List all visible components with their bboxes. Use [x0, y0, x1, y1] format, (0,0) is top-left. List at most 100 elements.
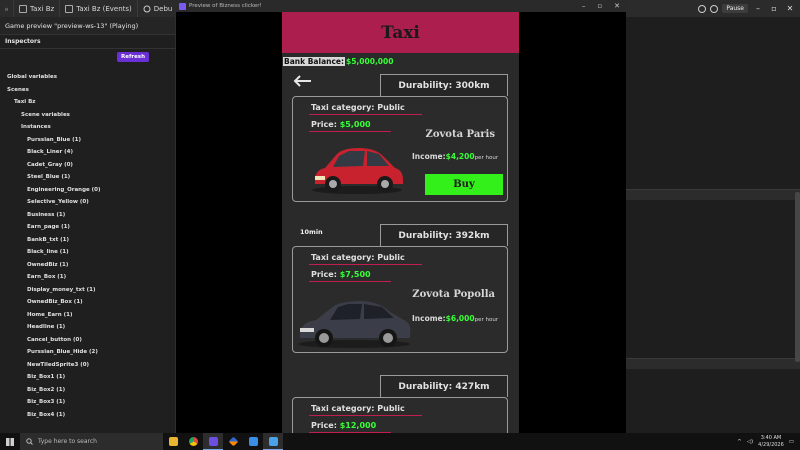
image-app-icon: [248, 437, 258, 446]
taskbar-search[interactable]: Type here to search: [20, 433, 163, 450]
divider: [309, 114, 422, 115]
bank-balance-value: $5,000,000: [346, 56, 394, 66]
editor-right-panel: [626, 17, 800, 433]
taxi-price: Price: $5,000: [311, 120, 371, 129]
divider: [309, 264, 422, 265]
income-label: Income:: [412, 152, 446, 161]
window-controls: – ▫ ✕: [582, 2, 626, 10]
arrow-left-icon[interactable]: [292, 74, 312, 91]
inspector-tree-item[interactable]: Steel_Blue (1): [0, 171, 175, 184]
home-tab[interactable]: [0, 0, 14, 17]
diamond-icon: [228, 436, 238, 447]
inspector-tree-item[interactable]: BankB_txt (1): [0, 234, 175, 247]
inspector-tree-item[interactable]: Biz_Box3 (1): [0, 396, 175, 409]
chrome-app[interactable]: [183, 433, 203, 450]
debugger-panel: Game preview "preview-ws-13" (Playing) I…: [0, 17, 176, 433]
app-icon[interactable]: [243, 433, 263, 450]
price-value: $12,000: [339, 421, 377, 430]
tab-taxi-bz[interactable]: Taxi Bz: [14, 0, 61, 17]
taxi-income: Income:$4,200per hour: [412, 152, 498, 161]
chevron-up-icon[interactable]: ^: [737, 439, 742, 445]
pause-button[interactable]: Pause: [722, 4, 748, 13]
taxi-name: Zovota Popolla: [412, 289, 495, 300]
inspector-tree-item[interactable]: Selective_Yellow (0): [0, 196, 175, 209]
game-canvas: Taxi Bank Balance: $5,000,000 Durability…: [282, 12, 519, 433]
app-icon[interactable]: [223, 433, 243, 450]
file-explorer-app[interactable]: [163, 433, 183, 450]
durability-label: Durability: 392km: [380, 224, 508, 246]
close-icon[interactable]: ✕: [784, 4, 796, 13]
car-image: [312, 148, 403, 194]
divider: [309, 131, 391, 132]
inspector-tree-item[interactable]: Display_money_txt (1): [0, 284, 175, 297]
panel-bar: [626, 358, 800, 369]
tab-debugger[interactable]: Debu: [138, 0, 179, 17]
inspector-tree-item[interactable]: Biz_Box4 (1): [0, 409, 175, 422]
inspector-tree-item[interactable]: Business (1): [0, 209, 175, 222]
gdevelop-app[interactable]: [203, 433, 223, 450]
events-icon: [65, 4, 74, 13]
inspector-tree-item[interactable]: Black_Liner (4): [0, 146, 175, 159]
minimize-icon[interactable]: –: [752, 4, 764, 13]
folder-icon: [168, 437, 178, 446]
clock[interactable]: 3:40 AM 4/29/2026: [758, 435, 784, 449]
buy-button[interactable]: Buy: [425, 174, 503, 195]
preview-title: Game preview "preview-ws-13" (Playing): [0, 17, 175, 35]
inspector-tree-item[interactable]: Home_Earn (1): [0, 309, 175, 322]
inspector-tree-item[interactable]: Biz_Box2 (1): [0, 384, 175, 397]
date: 4/29/2026: [758, 441, 784, 448]
inspector-tree-item[interactable]: Earn_Box (1): [0, 271, 175, 284]
price-label: Price:: [311, 421, 337, 430]
price-value: $7,500: [339, 270, 371, 279]
tab-taxi-bz-events[interactable]: Taxi Bz (Events): [60, 0, 138, 17]
inspector-tree-item[interactable]: Earn_page (1): [0, 221, 175, 234]
inspector-tree-item[interactable]: OwnedBiz (1): [0, 259, 175, 272]
taxi-category: Taxi category: Public: [311, 404, 405, 413]
gdevelop-icon: [179, 2, 186, 10]
refresh-button[interactable]: Refresh: [117, 52, 149, 62]
notification-icon[interactable]: ▭: [789, 439, 794, 445]
panel-bar: [626, 189, 800, 200]
timer-label: 10min: [300, 228, 323, 236]
scrollbar[interactable]: [795, 192, 800, 362]
inspector-tree-item[interactable]: Purssian_Blue (1): [0, 134, 175, 147]
inspector-tree-item[interactable]: Scene variables: [0, 109, 175, 122]
inspector-tree-item[interactable]: OwnedBiz_Box (1): [0, 296, 175, 309]
durability-label: Durability: 427km: [380, 375, 508, 397]
settings-icon[interactable]: [698, 4, 707, 13]
minimize-icon[interactable]: –: [582, 2, 586, 10]
inspector-tree-item[interactable]: Headline (1): [0, 321, 175, 334]
preview-icon: [268, 436, 278, 446]
inspector-tree-item[interactable]: Instances: [0, 121, 175, 134]
close-icon[interactable]: ✕: [614, 2, 620, 10]
start-button[interactable]: [0, 433, 20, 450]
income-value: $4,200: [445, 152, 475, 161]
scene-icon: [19, 4, 27, 13]
inspector-tree-item[interactable]: Black_line (1): [0, 246, 175, 259]
inspector-tree-item[interactable]: NewTiledSprite3 (0): [0, 359, 175, 372]
inspector-tree-item[interactable]: Scenes: [0, 84, 175, 97]
taxi-income: Income:$6,000per hour: [412, 314, 498, 323]
inspector-tree-item[interactable]: Biz_Box1 (1): [0, 371, 175, 384]
gdevelop-icon: [208, 436, 218, 446]
time: 3:40 AM: [760, 434, 782, 441]
inspector-tree-item[interactable]: Cancel_button (0): [0, 334, 175, 347]
maximize-icon[interactable]: ▫: [768, 4, 780, 13]
game-window-titlebar[interactable]: Preview of Bizness clicker! – ▫ ✕: [176, 0, 626, 12]
chrome-icon: [188, 437, 198, 446]
volume-icon[interactable]: ◁): [747, 439, 753, 445]
inspector-tree-item[interactable]: Engineering_Orange (0): [0, 184, 175, 197]
inspector-tree-item[interactable]: Cadet_Gray (0): [0, 159, 175, 172]
inspector-tree-item[interactable]: Purssian_Blue_Hide (2): [0, 346, 175, 359]
inspector-tree-item[interactable]: Global variables: [0, 71, 175, 84]
preview-icon[interactable]: [710, 4, 719, 13]
windows-icon: [6, 437, 14, 446]
preview-app[interactable]: [263, 433, 283, 450]
inspector-tree-item[interactable]: Taxi Bz: [0, 96, 175, 109]
desktop: Taxi Bz Taxi Bz (Events) Debu Pause – ▫ …: [0, 0, 800, 450]
car-image: [298, 301, 411, 348]
maximize-icon[interactable]: ▫: [597, 2, 602, 10]
price-value: $5,000: [339, 120, 371, 129]
bank-balance-label: Bank Balance:: [283, 56, 345, 66]
taxi-category: Taxi category: Public: [311, 103, 405, 112]
